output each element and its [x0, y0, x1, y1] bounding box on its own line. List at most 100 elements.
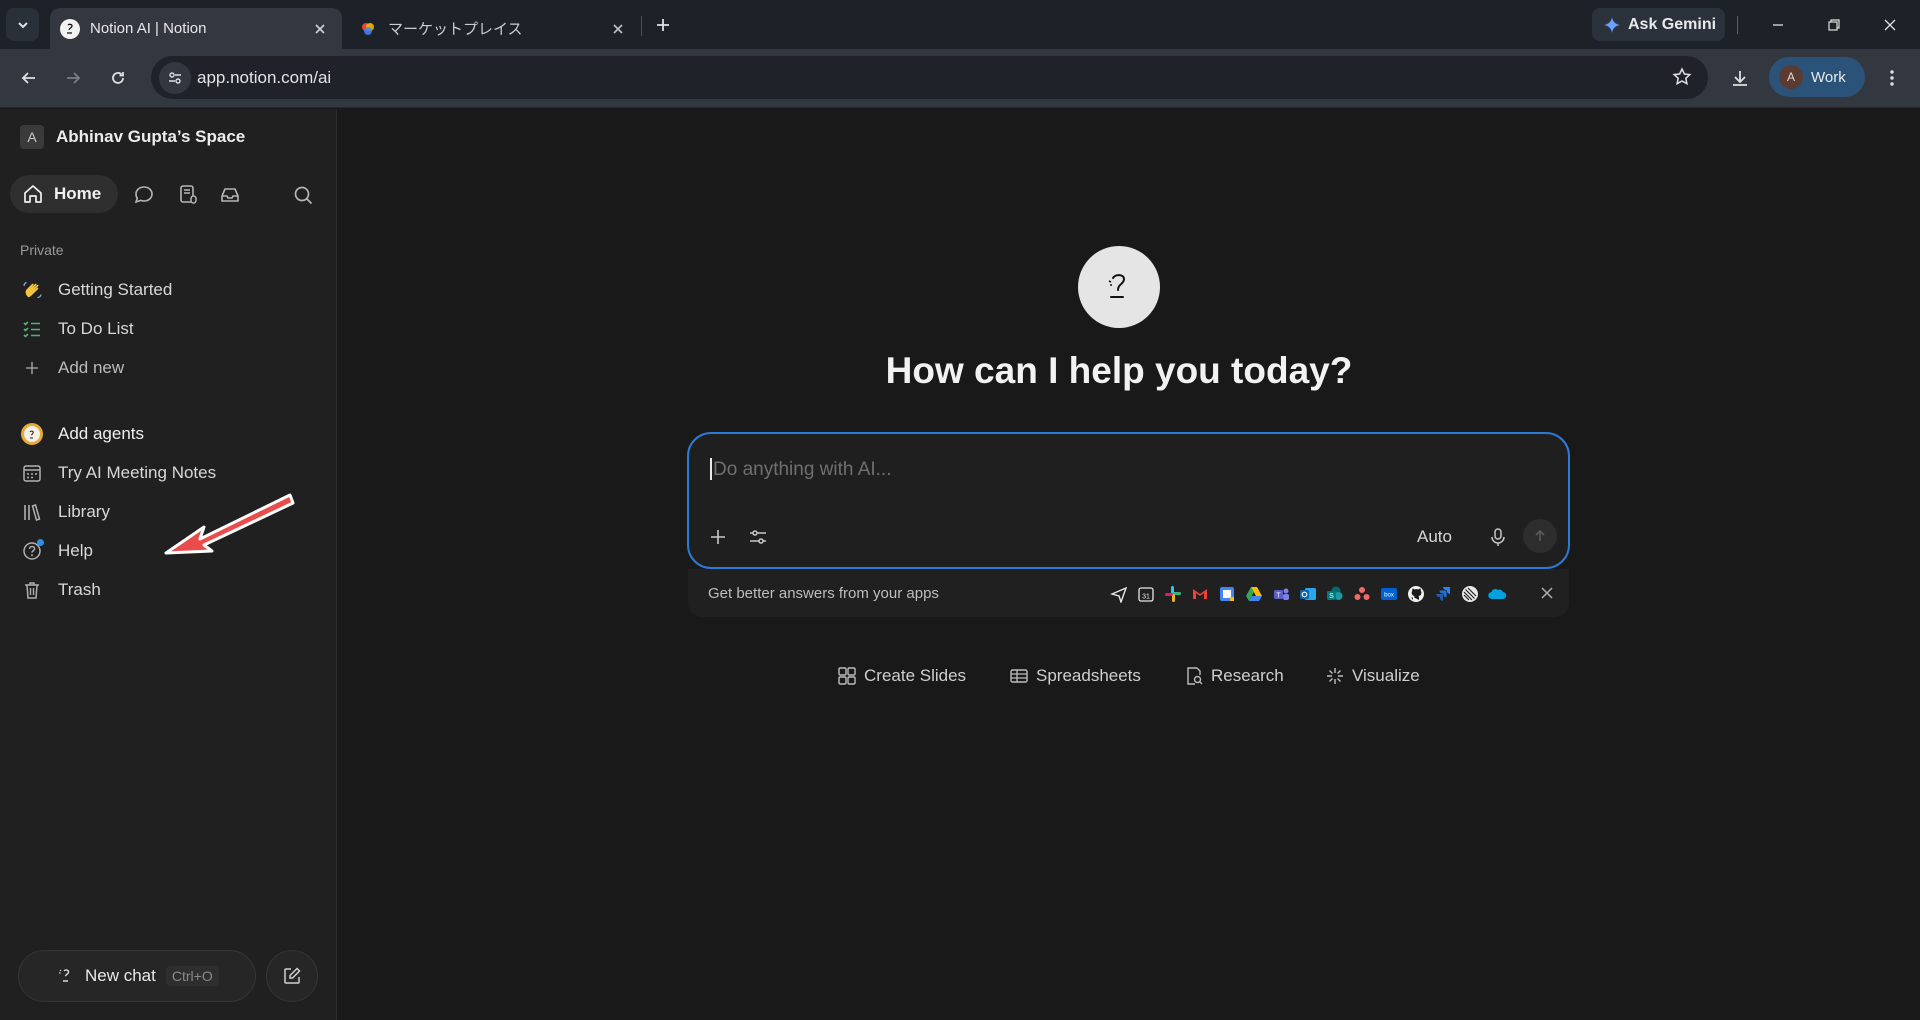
marketplace-icon: [358, 19, 378, 39]
sidebar-item-label: Library: [58, 502, 110, 521]
sidebar-item-label: To Do List: [58, 319, 134, 338]
meeting-notes-icon: [180, 185, 197, 204]
section-label-private: Private: [20, 242, 64, 258]
github-icon: [1405, 583, 1426, 604]
sidebar-item-getting-started[interactable]: Getting Started: [20, 275, 172, 305]
search-icon: [294, 186, 313, 205]
downloads-button[interactable]: [1723, 61, 1757, 95]
reload-icon: [112, 72, 124, 84]
sidebar-item-label: Add new: [58, 358, 125, 377]
apps-prompt: Get better answers from your apps: [708, 585, 939, 602]
sparkle-icon: [1327, 668, 1343, 684]
slack-icon: [1162, 583, 1183, 604]
model-selector[interactable]: Auto: [1417, 527, 1452, 547]
app-icon-list: 31 T S box: [1108, 583, 1507, 604]
voice-input-button[interactable]: [1485, 524, 1511, 550]
sidebar-item-help[interactable]: Help: [20, 536, 93, 566]
arrow-right-icon: [67, 72, 81, 84]
profile-label: Work: [1811, 68, 1846, 86]
minimize-icon: [1773, 23, 1783, 26]
notion-ai-icon: [60, 18, 80, 39]
compose-icon: [284, 967, 301, 984]
sidebar-item-library[interactable]: Library: [20, 497, 110, 527]
tab-title: マーケットプレイス: [388, 21, 523, 38]
new-page-button[interactable]: [266, 950, 318, 1002]
sidebar-item-add-agents[interactable]: Add agents: [20, 419, 144, 449]
sidebar-item-todo-list[interactable]: To Do List: [20, 314, 134, 344]
dismiss-apps-banner-button[interactable]: [1537, 583, 1557, 603]
bookmark-star-button[interactable]: [1672, 67, 1692, 87]
workspace-switcher[interactable]: A Abhinav Gupta’s Space: [20, 125, 245, 149]
sliders-icon: [750, 530, 766, 544]
notion-ai-face-icon: [1108, 274, 1126, 298]
ai-prompt-input[interactable]: Do anything with AI... Auto: [687, 432, 1570, 569]
shortcut-hint: Ctrl+O: [165, 966, 219, 986]
close-icon: [1541, 587, 1553, 599]
home-button[interactable]: Home: [10, 175, 118, 213]
sharepoint-icon: S: [1324, 583, 1345, 604]
tab-notion-ai[interactable]: Notion AI | Notion: [50, 8, 342, 49]
close-window-button[interactable]: [1864, 8, 1916, 41]
avatar: A: [1779, 65, 1803, 89]
chat-button[interactable]: [130, 181, 158, 209]
sidebar-item-label: Add agents: [58, 424, 145, 443]
text-caret: [710, 458, 712, 480]
forward-button[interactable]: [56, 61, 90, 95]
paper-plane-icon: [1108, 583, 1129, 604]
arrow-up-icon: [1535, 529, 1545, 541]
library-icon: [20, 500, 44, 524]
close-tab-icon[interactable]: [310, 19, 330, 39]
divider: [1737, 16, 1738, 34]
send-button[interactable]: [1523, 519, 1557, 553]
gmail-icon: [1189, 583, 1210, 604]
attach-button[interactable]: [705, 524, 731, 550]
address-bar[interactable]: app.notion.com/ai: [151, 56, 1708, 99]
search-button[interactable]: [289, 181, 317, 209]
sidebar-item-ai-meeting-notes[interactable]: Try AI Meeting Notes: [20, 458, 216, 488]
tools-button[interactable]: [745, 524, 771, 550]
profile-button[interactable]: A Work: [1769, 57, 1865, 97]
suggestion-create-slides[interactable]: Create Slides: [837, 666, 966, 686]
slides-grid-icon: [838, 667, 856, 685]
teams-icon: T: [1270, 583, 1291, 604]
minimize-button[interactable]: [1752, 8, 1804, 41]
home-label: Home: [54, 184, 102, 203]
new-chat-button[interactable]: New chat Ctrl+O: [18, 950, 256, 1002]
new-chat-label: New chat: [85, 966, 156, 985]
sidebar-item-trash[interactable]: Trash: [20, 575, 101, 605]
gemini-sparkle-icon: [1604, 16, 1620, 33]
outlook-icon: [1297, 583, 1318, 604]
suggestion-spreadsheets[interactable]: Spreadsheets: [1009, 666, 1141, 686]
browser-menu-button[interactable]: [1875, 61, 1909, 95]
sidebar-item-label: Getting Started: [58, 280, 173, 299]
inbox-icon: [221, 188, 239, 202]
salesforce-icon: [1486, 583, 1507, 604]
back-button[interactable]: [12, 61, 46, 95]
agent-face-icon: [20, 422, 44, 446]
inbox-button[interactable]: [216, 181, 244, 209]
suggestion-label: Create Slides: [864, 666, 967, 685]
connect-apps-banner[interactable]: Get better answers from your apps 31 T S…: [688, 569, 1569, 617]
site-info-button[interactable]: [159, 62, 191, 94]
checklist-icon: [20, 317, 44, 341]
new-tab-button[interactable]: [650, 12, 676, 38]
trash-icon: [20, 578, 44, 602]
asana-icon: [1351, 583, 1372, 604]
plus-icon: [711, 530, 725, 544]
ask-gemini-button[interactable]: Ask Gemini: [1592, 8, 1725, 41]
close-tab-icon[interactable]: [608, 19, 628, 39]
sidebar-item-label: Try AI Meeting Notes: [58, 463, 217, 482]
notification-dot: [37, 539, 44, 546]
notion-ai-face-icon: [59, 969, 70, 982]
tune-icon: [169, 72, 181, 84]
restore-button[interactable]: [1808, 8, 1860, 41]
suggestion-research[interactable]: Research: [1184, 666, 1284, 686]
meeting-notes-button[interactable]: [174, 181, 202, 209]
tab-marketplace[interactable]: マーケットプレイス: [348, 8, 640, 49]
tab-search-button[interactable]: [6, 8, 39, 41]
reload-button[interactable]: [101, 61, 135, 95]
calendar-app-icon: 31: [1135, 583, 1156, 604]
suggestion-visualize[interactable]: Visualize: [1325, 666, 1420, 686]
svg-text:box: box: [1384, 592, 1394, 598]
sidebar-item-add-new[interactable]: Add new: [20, 353, 124, 383]
